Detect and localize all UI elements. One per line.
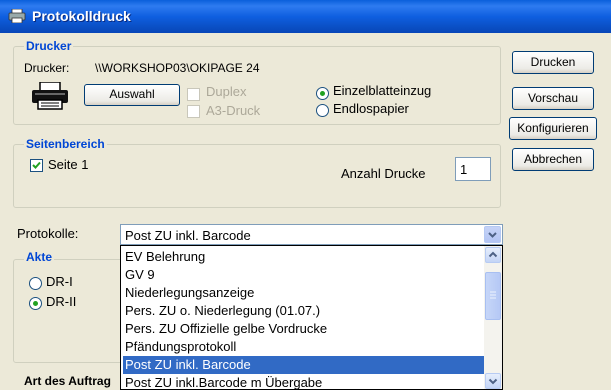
einzelblatt-radio[interactable] [316, 87, 329, 100]
window-title: Protokolldruck [32, 8, 131, 24]
protokolldruck-window: Protokolldruck Drucker Drucker: \\WORKSH… [0, 0, 611, 390]
printer-name: \\WORKSHOP03\OKIPAGE 24 [95, 61, 260, 75]
drucken-button[interactable]: Drucken [512, 51, 594, 74]
duplex-label: Duplex [206, 84, 247, 99]
konfigurieren-button[interactable]: Konfigurieren [509, 117, 597, 140]
protokolle-label: Protokolle: [17, 226, 79, 241]
list-item[interactable]: EV Belehrung [123, 248, 484, 266]
printer-icon [32, 82, 68, 110]
dr2-label[interactable]: DR-II [46, 294, 76, 309]
printer-small-icon [8, 9, 26, 23]
art-des-auftrag-label: Art des Auftrag [24, 374, 111, 388]
seitenbereich-group [13, 144, 501, 208]
seitenbereich-group-label: Seitenbereich [24, 137, 107, 151]
list-item[interactable]: Niederlegungsanzeige [123, 284, 484, 302]
dr1-label[interactable]: DR-I [46, 274, 73, 289]
chevron-up-icon [488, 251, 498, 258]
endlos-label[interactable]: Endlospapier [333, 101, 409, 116]
list-item[interactable]: Pers. ZU o. Niederlegung (01.07.) [123, 302, 484, 320]
printer-label: Drucker: [24, 61, 70, 75]
scroll-down-button[interactable] [485, 373, 501, 389]
einzelblatt-label[interactable]: Einzelblatteinzug [333, 83, 431, 98]
protokolle-selected-value: Post ZU inkl. Barcode [125, 228, 251, 243]
protokolle-dropdown[interactable]: Post ZU inkl. Barcode [120, 224, 503, 245]
protokolle-list[interactable]: EV Belehrung GV 9 Niederlegungsanzeige P… [120, 245, 503, 390]
grip-icon [490, 291, 496, 299]
list-scrollbar[interactable] [484, 246, 502, 389]
list-item[interactable]: Pers. ZU Offizielle gelbe Vordrucke [123, 320, 484, 338]
seite1-label[interactable]: Seite 1 [48, 157, 88, 172]
auswahl-button[interactable]: Auswahl [84, 84, 180, 106]
seite1-checkbox[interactable] [30, 159, 43, 172]
a3-label: A3-Druck [206, 103, 261, 118]
anzahl-drucke-input[interactable]: 1 [455, 157, 491, 181]
scroll-up-button[interactable] [485, 247, 501, 263]
endlos-radio[interactable] [316, 104, 329, 117]
a3-checkbox [187, 105, 200, 118]
anzahl-drucke-label: Anzahl Drucke [341, 166, 426, 181]
list-item[interactable]: Post ZU inkl.Barcode m Übergabe [123, 374, 484, 389]
dr2-radio[interactable] [29, 297, 42, 310]
chevron-down-icon [488, 232, 497, 238]
title-bar[interactable]: Protokolldruck [0, 0, 611, 33]
dr1-radio[interactable] [29, 277, 42, 290]
list-item-selected[interactable]: Post ZU inkl. Barcode [123, 356, 484, 374]
chevron-down-icon [488, 378, 498, 385]
anzahl-drucke-value: 1 [460, 162, 468, 177]
scroll-thumb[interactable] [485, 272, 501, 320]
list-item[interactable]: GV 9 [123, 266, 484, 284]
akte-group-label: Akte [24, 250, 55, 264]
dropdown-button[interactable] [484, 226, 501, 243]
duplex-checkbox [187, 88, 200, 101]
drucker-group-label: Drucker [24, 39, 74, 53]
list-item[interactable]: Pfändungsprotokoll [123, 338, 484, 356]
vorschau-button[interactable]: Vorschau [512, 87, 594, 110]
checkmark-icon [32, 161, 41, 169]
abbrechen-button[interactable]: Abbrechen [512, 148, 594, 171]
